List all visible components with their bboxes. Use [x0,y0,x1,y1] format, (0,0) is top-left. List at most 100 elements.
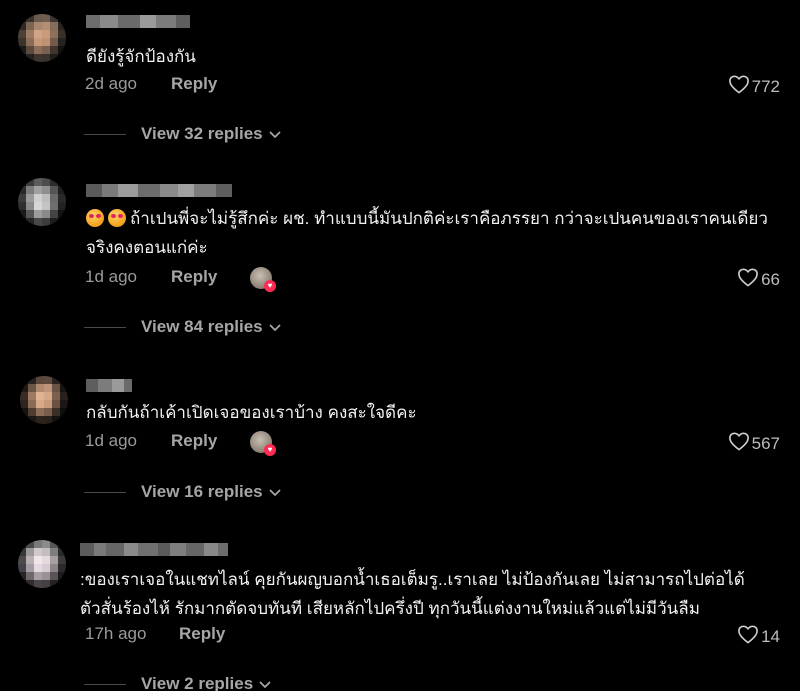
avatar-pixel [26,38,34,46]
username-pixel [86,15,100,28]
avatar-pixel [44,400,52,408]
avatar-pixel [26,30,34,38]
avatar[interactable] [18,540,66,588]
avatar-pixel [20,376,28,384]
avatar-pixel [26,556,34,564]
avatar-pixel [36,384,44,392]
avatar-pixel [42,186,50,194]
avatar-pixel [36,392,44,400]
avatar-pixel [44,384,52,392]
heart-badge-icon: ♥ [264,280,276,292]
avatar-pixel [52,416,60,424]
avatar-pixel [18,202,26,210]
divider-line [84,326,126,328]
username-pixel [160,184,178,197]
username-censored[interactable] [86,15,190,28]
avatar-pixel [26,540,34,548]
comment-text: ดียังรู้จักป้องกัน [86,42,196,71]
username-pixel [124,379,132,392]
divider-line [84,491,126,493]
avatar[interactable] [18,178,66,226]
avatar-pixel [18,14,26,22]
avatar-pixel [60,408,68,416]
heart-outline-icon[interactable] [728,74,752,99]
avatar-pixel [28,392,36,400]
avatar-pixel [60,392,68,400]
like-button[interactable]: 567 [728,431,780,456]
heart-outline-icon[interactable] [728,431,752,456]
avatar-pixel [34,580,42,588]
username-censored[interactable] [80,543,228,556]
avatar-pixel [34,564,42,572]
avatar-pixel [18,218,26,226]
username-pixel [106,543,124,556]
avatar-pixel [58,46,66,54]
comment-text: กลับกันถ้าเค้าเปิดเจอของเราบ้าง คงสะใจดี… [86,398,417,427]
username-pixel [170,543,186,556]
avatar-pixel [52,400,60,408]
like-button[interactable]: 772 [728,74,780,99]
avatar-pixel [18,22,26,30]
divider-line [84,683,126,685]
timestamp: 17h ago [85,624,147,643]
creator-liked-avatar: ♥ [250,267,276,292]
avatar-pixel [60,416,68,424]
reply-button[interactable]: Reply [171,431,217,451]
username-pixel [178,184,194,197]
avatar-pixel [44,392,52,400]
avatar-pixel [58,580,66,588]
like-count: 66 [761,269,780,289]
heart-badge-icon: ♥ [264,444,276,456]
avatar-pixel [34,22,42,30]
username-censored[interactable] [86,379,132,392]
comment-text: ถ้าเปนพี่จะไม่รู้สึกค่ะ ผช. ทำแบบนี้มันป… [86,204,768,262]
avatar[interactable] [20,376,68,424]
avatar-pixel [58,548,66,556]
comment-text-line: ถ้าเปนพี่จะไม่รู้สึกค่ะ ผช. ทำแบบนี้มันป… [86,204,768,233]
avatar-pixel [42,580,50,588]
avatar-pixel [58,38,66,46]
avatar-pixel [50,218,58,226]
username-censored[interactable] [86,184,232,197]
avatar-pixel [50,194,58,202]
view-replies-button[interactable]: View 84 replies [84,317,281,337]
reply-button[interactable]: Reply [171,74,217,94]
like-button[interactable]: 14 [737,624,780,649]
avatar-pixel [18,186,26,194]
username-pixel [112,379,124,392]
view-replies-button[interactable]: View 16 replies [84,482,281,502]
avatar-pixel [26,46,34,54]
avatar-pixel [42,30,50,38]
avatar-pixel [34,178,42,186]
avatar-pixel [28,400,36,408]
like-button[interactable]: 66 [737,267,780,292]
username-pixel [138,543,158,556]
heart-outline-icon[interactable] [737,267,761,292]
avatar-pixel [58,572,66,580]
avatar-pixel [52,384,60,392]
avatar-pixel [58,202,66,210]
comment-text-content: ดียังรู้จักป้องกัน [86,47,196,66]
heart-outline-icon[interactable] [737,624,761,649]
reply-button[interactable]: Reply [171,267,217,287]
avatar-pixel [34,202,42,210]
username-pixel [80,543,94,556]
smiling-face-with-heart-eyes-icon [108,209,126,227]
username-pixel [102,184,118,197]
comment-text-line: :ของเราเจอในแชทไลน์ คุยกันผญบอกน้ำเธอเต็… [80,565,745,594]
avatar-pixel [26,572,34,580]
avatar-pixel [50,46,58,54]
avatar-pixel [52,392,60,400]
avatar-pixel [20,416,28,424]
like-count: 14 [761,626,780,646]
avatar[interactable] [18,14,66,62]
view-replies-button[interactable]: View 2 replies [84,674,271,691]
avatar-pixel [58,218,66,226]
view-replies-button[interactable]: View 32 replies [84,124,281,144]
username-pixel [138,184,160,197]
avatar-pixel [36,376,44,384]
chevron-down-icon [269,124,281,144]
avatar-pixel [34,556,42,564]
username-pixel [140,15,156,28]
reply-button[interactable]: Reply [179,624,225,644]
